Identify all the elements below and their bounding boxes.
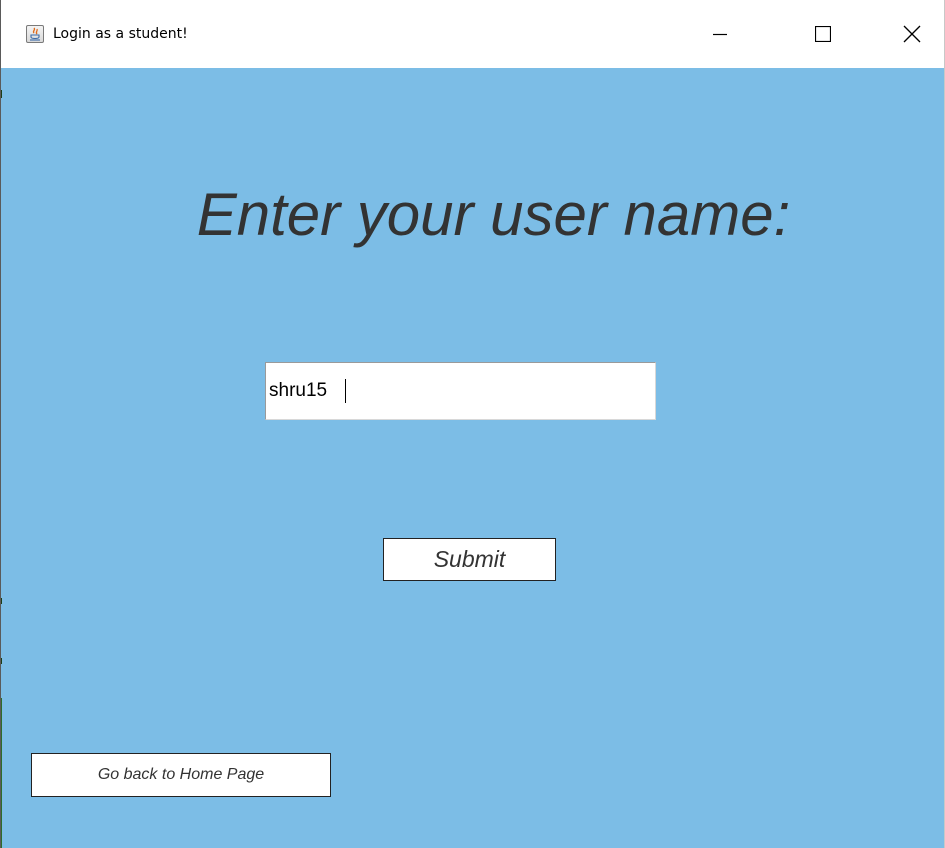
maximize-icon [814,25,832,47]
submit-button[interactable]: Submit [383,538,556,581]
page-heading: Enter your user name: [196,181,791,248]
login-window: Login as a student! Enter your user name… [0,0,945,848]
content-panel: Enter your user name: Submit Go back to … [1,68,944,848]
close-button[interactable] [889,16,935,56]
minimize-button[interactable] [697,16,743,56]
username-input[interactable] [265,362,656,420]
title-bar[interactable]: Login as a student! [1,0,944,68]
window-edge-mark [1,598,2,604]
window-title: Login as a student! [53,26,188,42]
java-icon [26,25,44,43]
window-edge-mark [1,658,2,664]
close-icon [903,25,921,48]
maximize-button[interactable] [800,16,846,56]
go-back-home-button[interactable]: Go back to Home Page [31,753,331,797]
window-edge-mark [1,698,2,848]
minimize-icon [713,27,727,46]
text-caret [345,379,346,403]
window-edge-mark [1,90,2,98]
